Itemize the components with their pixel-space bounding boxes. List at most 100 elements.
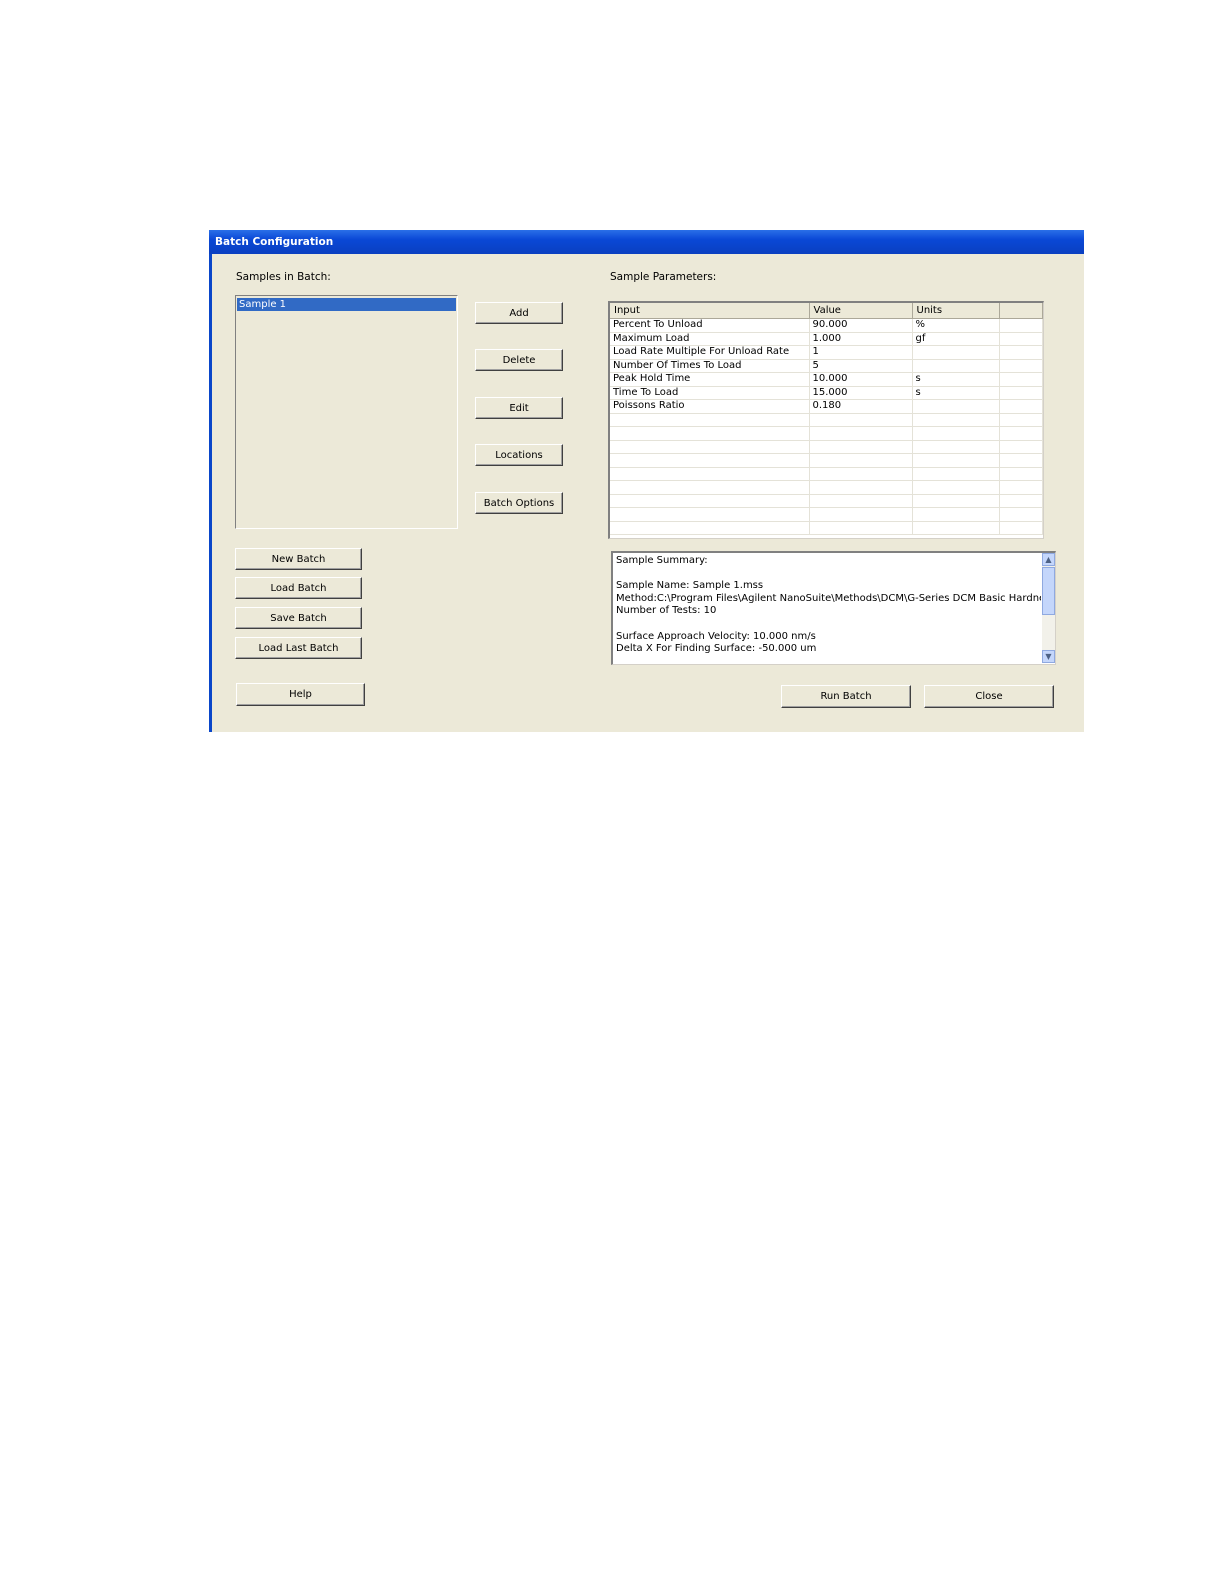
save-batch-button[interactable]: Save Batch: [235, 607, 362, 629]
new-batch-button[interactable]: New Batch: [235, 548, 362, 570]
table-row[interactable]: [610, 426, 1043, 441]
cell-value[interactable]: [809, 480, 913, 495]
cell-value[interactable]: 5: [809, 359, 913, 373]
column-header-value[interactable]: Value: [809, 303, 913, 319]
cell-input[interactable]: Maximum Load: [610, 332, 810, 346]
cell-input[interactable]: [610, 467, 810, 481]
cell-extra[interactable]: [999, 399, 1043, 414]
cell-value[interactable]: [809, 426, 913, 441]
cell-extra[interactable]: [999, 345, 1043, 360]
sample-list-item[interactable]: Sample 1: [237, 298, 456, 311]
summary-scrollbar[interactable]: ▲ ▼: [1042, 553, 1055, 663]
cell-units[interactable]: [912, 480, 1000, 495]
scroll-up-icon[interactable]: ▲: [1042, 553, 1055, 566]
table-row[interactable]: Number Of Times To Load 5: [610, 359, 1043, 373]
locations-button[interactable]: Locations: [475, 444, 563, 466]
cell-value[interactable]: [809, 494, 913, 508]
cell-extra[interactable]: [999, 521, 1043, 535]
column-header-extra[interactable]: [999, 303, 1043, 319]
cell-value[interactable]: [809, 413, 913, 427]
cell-extra[interactable]: [999, 332, 1043, 346]
cell-value[interactable]: 15.000: [809, 386, 913, 400]
column-header-units[interactable]: Units: [912, 303, 1000, 319]
cell-value[interactable]: 1: [809, 345, 913, 360]
cell-input[interactable]: [610, 480, 810, 495]
cell-extra[interactable]: [999, 453, 1043, 468]
batch-options-button[interactable]: Batch Options: [475, 492, 563, 514]
help-button[interactable]: Help: [236, 683, 365, 706]
cell-input[interactable]: Percent To Unload: [610, 318, 810, 333]
cell-input[interactable]: [610, 426, 810, 441]
cell-input[interactable]: Peak Hold Time: [610, 372, 810, 387]
cell-units[interactable]: gf: [912, 332, 1000, 346]
cell-units[interactable]: [912, 467, 1000, 481]
cell-input[interactable]: [610, 453, 810, 468]
cell-units[interactable]: [912, 453, 1000, 468]
cell-value[interactable]: 90.000: [809, 318, 913, 333]
cell-units[interactable]: [912, 440, 1000, 454]
cell-units[interactable]: s: [912, 386, 1000, 400]
cell-units[interactable]: [912, 521, 1000, 535]
table-row[interactable]: [610, 521, 1043, 535]
cell-extra[interactable]: [999, 359, 1043, 373]
table-row[interactable]: [610, 413, 1043, 427]
cell-extra[interactable]: [999, 386, 1043, 400]
cell-units[interactable]: %: [912, 318, 1000, 333]
run-batch-button[interactable]: Run Batch: [781, 685, 911, 708]
table-row[interactable]: [610, 494, 1043, 508]
scroll-thumb[interactable]: [1042, 567, 1055, 615]
cell-input[interactable]: [610, 440, 810, 454]
cell-input[interactable]: [610, 507, 810, 522]
cell-input[interactable]: Poissons Ratio: [610, 399, 810, 414]
cell-extra[interactable]: [999, 494, 1043, 508]
cell-units[interactable]: [912, 359, 1000, 373]
cell-extra[interactable]: [999, 467, 1043, 481]
scroll-down-icon[interactable]: ▼: [1042, 650, 1055, 663]
load-last-batch-button[interactable]: Load Last Batch: [235, 637, 362, 659]
delete-button[interactable]: Delete: [475, 349, 563, 371]
cell-value[interactable]: 10.000: [809, 372, 913, 387]
cell-value[interactable]: 1.000: [809, 332, 913, 346]
cell-extra[interactable]: [999, 413, 1043, 427]
cell-extra[interactable]: [999, 318, 1043, 333]
table-row[interactable]: Maximum Load 1.000 gf: [610, 332, 1043, 346]
edit-button[interactable]: Edit: [475, 397, 563, 419]
cell-value[interactable]: [809, 507, 913, 522]
cell-value[interactable]: 0.180: [809, 399, 913, 414]
cell-value[interactable]: [809, 521, 913, 535]
cell-units[interactable]: [912, 494, 1000, 508]
cell-extra[interactable]: [999, 440, 1043, 454]
cell-units[interactable]: s: [912, 372, 1000, 387]
cell-input[interactable]: [610, 494, 810, 508]
table-row[interactable]: Load Rate Multiple For Unload Rate 1: [610, 345, 1043, 360]
cell-extra[interactable]: [999, 372, 1043, 387]
table-row[interactable]: Peak Hold Time 10.000 s: [610, 372, 1043, 387]
cell-units[interactable]: [912, 426, 1000, 441]
window-title[interactable]: Batch Configuration: [209, 230, 1084, 254]
table-row[interactable]: [610, 440, 1043, 454]
cell-units[interactable]: [912, 507, 1000, 522]
add-button[interactable]: Add: [475, 302, 563, 324]
cell-value[interactable]: [809, 467, 913, 481]
cell-value[interactable]: [809, 453, 913, 468]
column-header-input[interactable]: Input: [610, 303, 810, 319]
cell-input[interactable]: Time To Load: [610, 386, 810, 400]
cell-extra[interactable]: [999, 426, 1043, 441]
table-row[interactable]: [610, 467, 1043, 481]
load-batch-button[interactable]: Load Batch: [235, 577, 362, 599]
samples-listbox[interactable]: Sample 1: [235, 295, 458, 529]
cell-input[interactable]: [610, 413, 810, 427]
cell-extra[interactable]: [999, 480, 1043, 495]
cell-units[interactable]: [912, 399, 1000, 414]
close-button[interactable]: Close: [924, 685, 1054, 708]
table-row[interactable]: Poissons Ratio 0.180: [610, 399, 1043, 414]
table-row[interactable]: Percent To Unload 90.000%: [610, 318, 1043, 333]
cell-input[interactable]: [610, 521, 810, 535]
cell-input[interactable]: Load Rate Multiple For Unload Rate: [610, 345, 810, 360]
cell-units[interactable]: [912, 345, 1000, 360]
table-row[interactable]: Time To Load 15.000 s: [610, 386, 1043, 400]
sample-parameters-grid[interactable]: Input Value Units Percent To Unload 90.00…: [608, 301, 1044, 539]
cell-value[interactable]: [809, 440, 913, 454]
table-row[interactable]: [610, 453, 1043, 468]
cell-units[interactable]: [912, 413, 1000, 427]
